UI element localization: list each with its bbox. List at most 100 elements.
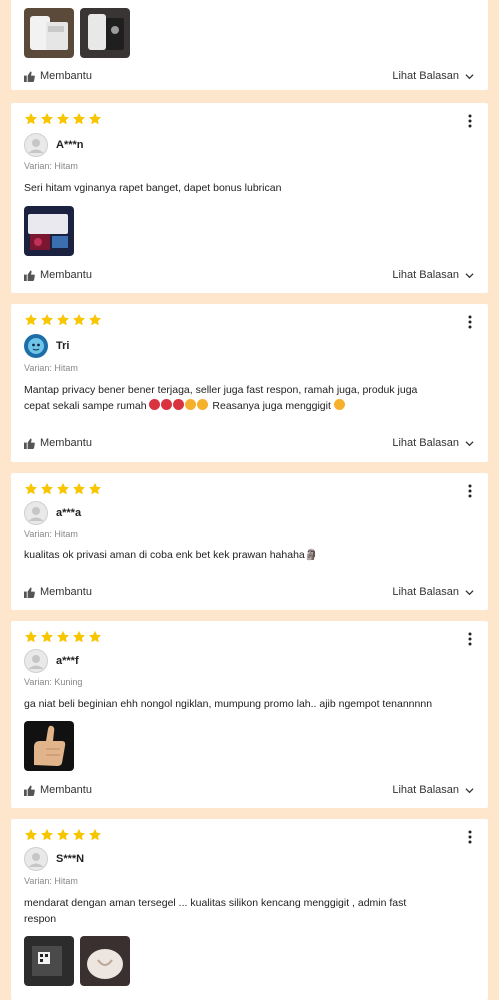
helpful-button[interactable]: Membantu <box>24 70 92 82</box>
reviewer-name: a***a <box>56 507 82 519</box>
avatar <box>24 133 48 157</box>
heart-eyes-emoji-icon <box>197 399 209 410</box>
star-icon <box>88 482 102 496</box>
star-icon <box>56 112 70 126</box>
reviewer-name: S***N <box>56 853 85 865</box>
helpful-label: Membantu <box>40 784 92 796</box>
review-card: a***a Varian: Hitam kualitas ok privasi … <box>11 473 488 610</box>
rating-stars <box>24 630 102 644</box>
star-icon <box>40 482 54 496</box>
star-icon <box>88 313 102 327</box>
rating-stars <box>24 112 102 126</box>
review-card: Tri Varian: Hitam Mantap privacy bener b… <box>11 304 488 462</box>
more-vertical-icon[interactable] <box>466 483 474 499</box>
thumbs-up-icon <box>24 269 35 281</box>
view-replies-button[interactable]: Lihat Balasan <box>392 70 474 82</box>
star-icon <box>72 482 86 496</box>
review-photos <box>24 721 74 771</box>
helpful-button[interactable]: Membantu <box>24 269 92 281</box>
review-card: S***N Varian: Hitam mendarat dengan aman… <box>11 819 488 1000</box>
star-icon <box>56 482 70 496</box>
review-photo[interactable] <box>24 936 74 986</box>
thumbs-up-icon <box>24 784 35 796</box>
reviewer: a***f <box>24 649 79 673</box>
avatar <box>24 847 48 871</box>
review-photo[interactable] <box>24 206 74 256</box>
variant-label: Varian: Hitam <box>24 876 78 886</box>
view-replies-button[interactable]: Lihat Balasan <box>392 437 474 449</box>
review-card: a***f Varian: Kuning ga niat beli begini… <box>11 621 488 808</box>
car-emoji-icon <box>149 399 161 410</box>
review-text: kualitas ok privasi aman di coba enk bet… <box>24 549 318 561</box>
star-icon <box>72 313 86 327</box>
chevron-down-icon <box>465 588 474 597</box>
star-icon <box>72 630 86 644</box>
avatar <box>24 649 48 673</box>
star-icon <box>40 630 54 644</box>
star-icon <box>24 630 38 644</box>
helpful-label: Membantu <box>40 70 92 82</box>
helpful-button[interactable]: Membantu <box>24 586 92 598</box>
review-photo[interactable] <box>80 8 130 58</box>
helpful-button[interactable]: Membantu <box>24 437 92 449</box>
star-icon <box>40 828 54 842</box>
review-photo[interactable] <box>24 8 74 58</box>
star-icon <box>88 630 102 644</box>
review-card: A***n Varian: Hitam Seri hitam vginanya … <box>11 103 488 293</box>
star-icon <box>40 112 54 126</box>
reviewer: a***a <box>24 501 81 525</box>
star-icon <box>88 112 102 126</box>
variant-label: Varian: Hitam <box>24 363 78 373</box>
heart-eyes-emoji-icon <box>185 399 197 410</box>
review-text: Seri hitam vginanya rapet banget, dapet … <box>24 182 282 194</box>
reviewer-name: a***f <box>56 655 79 667</box>
star-icon <box>24 313 38 327</box>
review-text-line: cepat sekali sampe rumah Reasanya juga m… <box>24 398 472 414</box>
review-photos <box>24 8 130 58</box>
view-replies-button[interactable]: Lihat Balasan <box>392 784 474 796</box>
helpful-button[interactable]: Membantu <box>24 784 92 796</box>
rating-stars <box>24 828 102 842</box>
more-vertical-icon[interactable] <box>466 314 474 330</box>
view-replies-button[interactable]: Lihat Balasan <box>392 269 474 281</box>
review-text: ga niat beli beginian ehh nongol ngiklan… <box>24 698 433 710</box>
star-icon <box>24 482 38 496</box>
review-text-part: cepat sekali sampe rumah <box>24 400 147 412</box>
chevron-down-icon <box>465 72 474 81</box>
view-replies-label: Lihat Balasan <box>392 269 459 281</box>
review-text-part: Reasanya juga menggigit <box>212 400 331 412</box>
star-icon <box>40 313 54 327</box>
chevron-down-icon <box>465 786 474 795</box>
star-icon <box>56 828 70 842</box>
review-text-line: respon <box>24 913 57 925</box>
thumbs-up-icon <box>24 70 35 82</box>
review-text-line: Mantap privacy bener bener terjaga, sell… <box>24 384 418 396</box>
variant-label: Varian: Hitam <box>24 529 78 539</box>
more-vertical-icon[interactable] <box>466 631 474 647</box>
car-emoji-icon <box>161 399 173 410</box>
star-icon <box>72 828 86 842</box>
variant-label: Varian: Kuning <box>24 677 83 687</box>
star-icon <box>56 313 70 327</box>
reviewer: A***n <box>24 133 84 157</box>
grinning-emoji-icon <box>333 399 345 410</box>
review-text: mendarat dengan aman tersegel ... kualit… <box>24 895 472 927</box>
rating-stars <box>24 313 102 327</box>
view-replies-button[interactable]: Lihat Balasan <box>392 586 474 598</box>
review-photo[interactable] <box>24 721 74 771</box>
rating-stars <box>24 482 102 496</box>
thumbs-up-icon <box>24 437 35 449</box>
heart-emoji-icon <box>173 399 185 410</box>
avatar <box>24 334 48 358</box>
chevron-down-icon <box>465 439 474 448</box>
star-icon <box>72 112 86 126</box>
view-replies-label: Lihat Balasan <box>392 784 459 796</box>
more-vertical-icon[interactable] <box>466 829 474 845</box>
review-text: Mantap privacy bener bener terjaga, sell… <box>24 382 472 414</box>
variant-label: Varian: Hitam <box>24 161 78 171</box>
chevron-down-icon <box>465 271 474 280</box>
more-vertical-icon[interactable] <box>466 113 474 129</box>
view-replies-label: Lihat Balasan <box>392 586 459 598</box>
review-photo[interactable] <box>80 936 130 986</box>
reviewer-name: Tri <box>56 340 70 352</box>
